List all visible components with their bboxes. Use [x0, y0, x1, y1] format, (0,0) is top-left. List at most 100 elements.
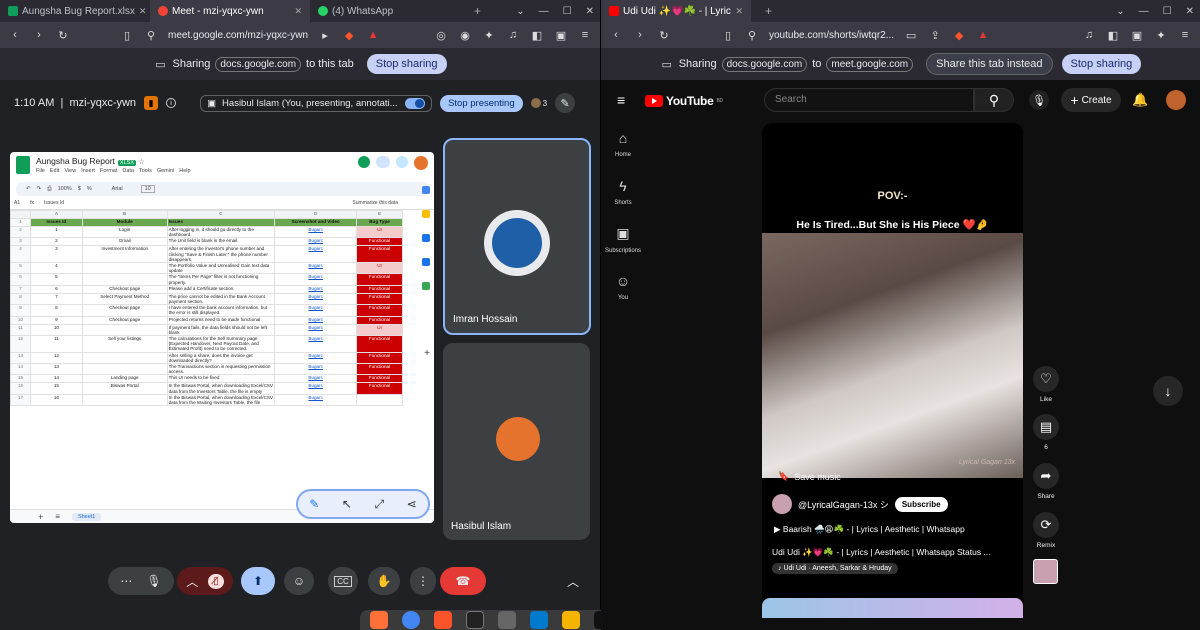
- cell-issue[interactable]: After entering the investor's phone numb…: [166, 245, 276, 264]
- shorts-player[interactable]: POV:- He Is Tired...But She is His Piece…: [762, 123, 1023, 608]
- cell-link[interactable]: Bugarc: [274, 237, 358, 247]
- cell-id[interactable]: 11: [29, 335, 83, 353]
- cell-id[interactable]: 16: [29, 393, 83, 407]
- menu-file[interactable]: File: [36, 168, 45, 174]
- pen-icon[interactable]: ✎: [555, 93, 576, 113]
- brave-shield-icon[interactable]: ◆: [342, 28, 356, 42]
- minimize-icon[interactable]: —: [539, 6, 549, 17]
- column-header[interactable]: B: [81, 210, 168, 219]
- mic-icon[interactable]: 🎙: [146, 574, 161, 588]
- row-number[interactable]: 14: [10, 363, 31, 376]
- cell-module[interactable]: Checkout page: [81, 304, 168, 317]
- raise-hand-button[interactable]: ✋: [368, 567, 400, 595]
- cast-icon[interactable]: ▭: [904, 28, 918, 42]
- share-source-link[interactable]: docs.google.com: [215, 56, 302, 72]
- maximize-icon[interactable]: ☐: [1163, 6, 1172, 17]
- present-button[interactable]: ⬆: [241, 567, 275, 595]
- channel-name[interactable]: @LyricalGagan-13x シ: [798, 498, 889, 511]
- undo-icon[interactable]: ↶: [26, 186, 31, 192]
- cell-id[interactable]: 7: [29, 292, 83, 306]
- pen-tool-icon[interactable]: ✎: [309, 497, 319, 511]
- contacts-icon[interactable]: [422, 258, 430, 266]
- new-tab-icon[interactable]: +: [765, 4, 772, 18]
- forward-icon[interactable]: ›: [32, 28, 46, 42]
- cell-id[interactable]: 4: [29, 261, 83, 275]
- search-input[interactable]: Search: [764, 88, 974, 112]
- cell-id[interactable]: 3: [29, 245, 83, 264]
- cell-module[interactable]: Biswas Portal: [81, 382, 168, 395]
- cell-type[interactable]: Functional: [356, 335, 403, 353]
- cell-issue[interactable]: The Unit field is blank in the email.: [166, 237, 276, 247]
- new-tab-icon[interactable]: +: [474, 4, 481, 18]
- notes-icon[interactable]: [562, 611, 580, 629]
- url-field[interactable]: youtube.com/shorts/iwtqr2...: [769, 30, 894, 41]
- cell-module[interactable]: Gmail: [81, 237, 168, 247]
- cell-module[interactable]: Select Payment Method: [81, 292, 168, 306]
- cell-link[interactable]: Bugarc: [274, 374, 358, 384]
- media-icon[interactable]: ♫: [1082, 28, 1096, 42]
- hamburger-menu-icon[interactable]: ≡: [617, 92, 625, 108]
- presenting-indicator[interactable]: ▣ Hasibul Islam (You, presenting, annota…: [200, 94, 433, 112]
- row-number[interactable]: 3: [10, 237, 31, 247]
- percent-icon[interactable]: %: [87, 186, 92, 192]
- wallet-icon[interactable]: ▣: [1130, 28, 1144, 42]
- row-number[interactable]: 17: [10, 393, 31, 407]
- create-button[interactable]: + Create: [1061, 88, 1121, 112]
- nav-you[interactable]: ☺ You: [601, 273, 645, 301]
- column-header[interactable]: E: [356, 210, 403, 219]
- brave-rewards-icon[interactable]: ▲: [366, 28, 380, 42]
- currency-icon[interactable]: $: [78, 186, 81, 192]
- emoji-button[interactable]: ☺: [284, 567, 314, 595]
- tab-youtube[interactable]: Udi Udi ✨💗☘️ - | Lyric ✕: [601, 0, 751, 22]
- voice-search-icon[interactable]: 🎙: [1029, 90, 1049, 110]
- share-button[interactable]: ➦ Share: [1031, 463, 1061, 500]
- info-icon[interactable]: i: [166, 98, 177, 108]
- media-icon[interactable]: ♫: [506, 28, 520, 42]
- cell-link[interactable]: Bugarc: [274, 351, 358, 365]
- cell-id[interactable]: 6: [29, 284, 83, 294]
- star-icon[interactable]: ☆: [138, 159, 144, 166]
- cell-issue[interactable]: The "Items Per Page" filter is not funct…: [166, 273, 276, 286]
- short-title[interactable]: Udi Udi ✨💗☘️ - | Lyrics | Aesthetic | Wh…: [772, 547, 991, 558]
- menu-data[interactable]: Data: [122, 168, 134, 174]
- cell-module[interactable]: [81, 351, 168, 365]
- cell-reference[interactable]: A1: [14, 200, 20, 206]
- annotation-toggle[interactable]: [405, 97, 426, 109]
- participant-tile-hasibul[interactable]: Hasibul Islam: [443, 343, 590, 540]
- cell-id[interactable]: 15: [29, 382, 83, 395]
- cell-issue[interactable]: If payment fails, the data fields should…: [166, 323, 276, 337]
- back-icon[interactable]: ‹: [609, 28, 623, 42]
- row-number[interactable]: 10: [10, 315, 31, 325]
- nav-shorts[interactable]: ϟ Shorts: [601, 178, 645, 206]
- account-avatar[interactable]: [1166, 90, 1186, 110]
- font-size-input[interactable]: 10: [140, 185, 155, 193]
- formula-input[interactable]: Issues Id: [44, 200, 64, 206]
- cell-id[interactable]: 12: [29, 351, 83, 365]
- forward-icon[interactable]: ›: [633, 28, 647, 42]
- extensions-puzzle-icon[interactable]: ✦: [482, 28, 496, 42]
- sheet-tab[interactable]: Sheet1: [71, 512, 102, 521]
- chevron-down-icon[interactable]: ⌄: [1116, 6, 1124, 17]
- cell-type[interactable]: Functional: [356, 292, 403, 306]
- row-number[interactable]: 16: [10, 382, 31, 395]
- save-music-button[interactable]: 🔖 Save music: [778, 471, 841, 482]
- bookmark-icon[interactable]: ▯: [120, 28, 134, 42]
- menu-icon[interactable]: ≡: [578, 28, 592, 42]
- more-button[interactable]: ⋮: [410, 567, 436, 595]
- cell-issue[interactable]: The calculations for the Sell Summary pa…: [166, 335, 276, 353]
- cell-module[interactable]: [81, 261, 168, 275]
- youtube-logo[interactable]: YouTube BD: [645, 94, 723, 108]
- calendar-icon[interactable]: [422, 186, 430, 194]
- chevron-up-icon[interactable]: ︿: [186, 573, 198, 590]
- cell-link[interactable]: Bugarc: [274, 315, 358, 325]
- header-cell[interactable]: Issues Id: [29, 218, 83, 227]
- header-cell[interactable]: Screenshot and Video: [274, 218, 358, 227]
- like-button[interactable]: ♡ Like: [1031, 366, 1061, 403]
- cursor-tool-icon[interactable]: ↖: [342, 497, 352, 511]
- column-header[interactable]: D: [274, 210, 358, 219]
- share-user-icon[interactable]: [396, 156, 408, 168]
- cell-type[interactable]: UI: [356, 261, 403, 275]
- corner-cell[interactable]: [10, 210, 31, 219]
- cell-link[interactable]: Bugarc: [274, 382, 358, 395]
- add-addon-icon[interactable]: +: [424, 348, 430, 359]
